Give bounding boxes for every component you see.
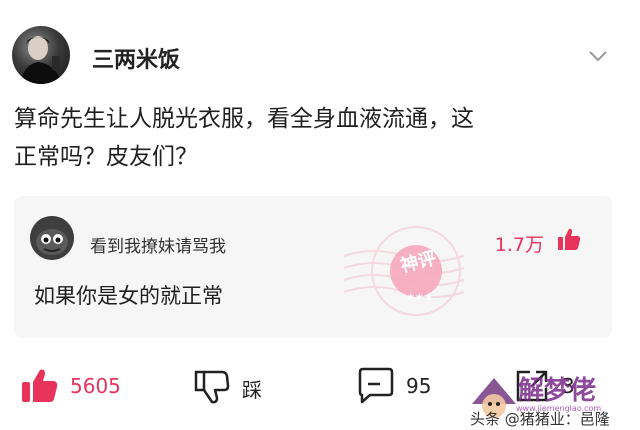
author-avatar[interactable] [12, 26, 70, 84]
commenter-name[interactable]: 看到我撩妹请骂我 [90, 232, 226, 257]
chevron-down-icon[interactable] [586, 44, 610, 68]
post-text-line: 正常吗？皮友们？ [14, 144, 198, 170]
top-comment[interactable]: ★★★ 神评 看到我撩妹请骂我 如果你是女的就正常 1.7万 [14, 196, 612, 338]
post-text-line: 算命先生让人脱光衣服，看全身血液流通，这 [14, 106, 474, 132]
like-button[interactable]: 5605 [20, 366, 170, 406]
author-name[interactable]: 三两米饭 [92, 42, 180, 74]
post-text: 算命先生让人脱光衣服，看全身血液流通，这 正常吗？皮友们？ [14, 100, 614, 176]
comment-button[interactable]: 95 [356, 366, 456, 406]
thumbs-up-icon [22, 369, 58, 402]
svg-text:★★★: ★★★ [406, 292, 433, 303]
dislike-label: 踩 [242, 378, 262, 402]
comment-text: 如果你是女的就正常 [34, 284, 223, 308]
thumbs-down-icon [194, 370, 230, 404]
comment-count: 95 [406, 374, 432, 398]
post-header: 三两米饭 [12, 26, 628, 86]
watermark-caption: 头条 @猪猪业：邑隆 [470, 410, 610, 428]
comment-like-count: 1.7万 [494, 234, 544, 256]
comment-icon [358, 367, 394, 404]
like-count: 5605 [70, 374, 121, 398]
dislike-button[interactable]: 踩 [192, 366, 292, 406]
commenter-avatar[interactable] [30, 216, 74, 260]
watermark-logo: 解梦佬 [518, 376, 597, 406]
thumbs-up-icon[interactable] [556, 226, 582, 252]
stamp-label: 神评 [398, 247, 439, 277]
